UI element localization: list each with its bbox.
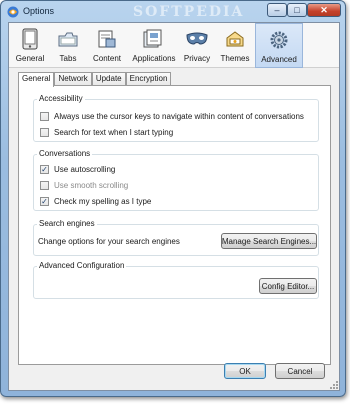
accessibility-group: Accessibility Always use the cursor keys… xyxy=(33,94,319,142)
checkmark-icon: ✓ xyxy=(41,196,48,206)
autoscrolling-option[interactable]: ✓ Use autoscrolling xyxy=(40,165,115,174)
option-label: Use autoscrolling xyxy=(54,165,116,174)
close-button[interactable]: ✕ xyxy=(307,3,341,17)
tab-panel-general: Accessibility Always use the cursor keys… xyxy=(18,85,331,365)
option-label: Check my spelling as I type xyxy=(54,197,152,206)
pane-label: Privacy xyxy=(183,54,211,63)
checkbox-checked[interactable]: ✓ xyxy=(40,165,49,174)
pane-toolbar: General Tabs Content Applications Privac… xyxy=(9,23,339,68)
pane-label: Content xyxy=(92,54,122,63)
content-icon xyxy=(96,28,118,50)
tab-update[interactable]: Update xyxy=(91,72,126,86)
pane-label: Tabs xyxy=(59,54,77,63)
pane-privacy[interactable]: Privacy xyxy=(179,23,215,68)
search-engines-description: Change options for your search engines xyxy=(38,237,180,246)
cancel-button[interactable]: Cancel xyxy=(275,363,325,379)
spelling-option[interactable]: ✓ Check my spelling as I type xyxy=(40,197,151,206)
checkbox[interactable] xyxy=(40,128,49,137)
manage-search-engines-button[interactable]: Manage Search Engines... xyxy=(221,233,317,249)
tab-general[interactable]: General xyxy=(18,72,55,87)
ok-button[interactable]: OK xyxy=(224,363,266,379)
pane-themes[interactable]: Themes xyxy=(215,23,255,68)
options-window: Options SOFTPEDIA – □ ✕ General Tabs Con… xyxy=(0,0,346,397)
pane-advanced[interactable]: Advanced xyxy=(255,23,303,68)
tab-network[interactable]: Network xyxy=(54,72,92,86)
dialog-client: General Tabs Content Applications Privac… xyxy=(8,22,340,391)
group-heading: Advanced Configuration xyxy=(37,261,127,270)
pane-content[interactable]: Content xyxy=(85,23,129,68)
pane-label: Themes xyxy=(220,54,250,63)
minimize-button[interactable]: – xyxy=(267,3,287,17)
cursor-keys-option[interactable]: Always use the cursor keys to navigate w… xyxy=(40,112,304,121)
config-editor-button[interactable]: Config Editor... xyxy=(259,278,317,294)
maximize-button[interactable]: □ xyxy=(287,3,307,17)
conversations-group: Conversations ✓ Use autoscrolling Use sm… xyxy=(33,149,319,211)
window-title: Options xyxy=(23,6,55,16)
watermark: SOFTPEDIA xyxy=(133,4,245,20)
group-heading: Conversations xyxy=(37,149,93,158)
title-bar[interactable]: Options SOFTPEDIA – □ ✕ xyxy=(1,1,345,22)
search-engines-group: Search engines Change options for your s… xyxy=(33,219,319,256)
advanced-icon xyxy=(268,29,290,51)
checkmark-icon: ✓ xyxy=(41,164,48,174)
tabs-icon xyxy=(57,28,79,50)
applications-icon xyxy=(143,28,165,50)
pane-applications[interactable]: Applications xyxy=(129,23,179,68)
maximize-icon: □ xyxy=(294,5,300,15)
checkbox[interactable] xyxy=(40,181,49,190)
pane-general[interactable]: General xyxy=(9,23,51,68)
option-label: Search for text when I start typing xyxy=(54,128,174,137)
app-icon xyxy=(7,6,19,18)
checkbox-checked[interactable]: ✓ xyxy=(40,197,49,206)
checkbox[interactable] xyxy=(40,112,49,121)
pane-label: Advanced xyxy=(261,55,297,64)
option-label: Use smooth scrolling xyxy=(54,181,129,190)
pane-label: Applications xyxy=(132,54,176,63)
close-icon: ✕ xyxy=(320,4,328,15)
tab-encryption[interactable]: Encryption xyxy=(125,72,172,86)
general-icon xyxy=(19,28,41,50)
search-typing-option[interactable]: Search for text when I start typing xyxy=(40,128,173,137)
pane-tabs[interactable]: Tabs xyxy=(51,23,85,68)
smooth-scrolling-option[interactable]: Use smooth scrolling xyxy=(40,181,128,190)
group-heading: Search engines xyxy=(37,219,97,228)
minimize-icon: – xyxy=(274,5,280,15)
tab-strip: General Network Update Encryption xyxy=(18,72,172,87)
option-label: Always use the cursor keys to navigate w… xyxy=(54,112,304,121)
advanced-configuration-group: Advanced Configuration Config Editor... xyxy=(33,261,319,299)
resize-grip-icon[interactable] xyxy=(329,380,339,390)
themes-icon xyxy=(224,28,246,50)
pane-label: General xyxy=(15,54,45,63)
privacy-icon xyxy=(186,28,208,50)
group-heading: Accessibility xyxy=(37,94,85,103)
